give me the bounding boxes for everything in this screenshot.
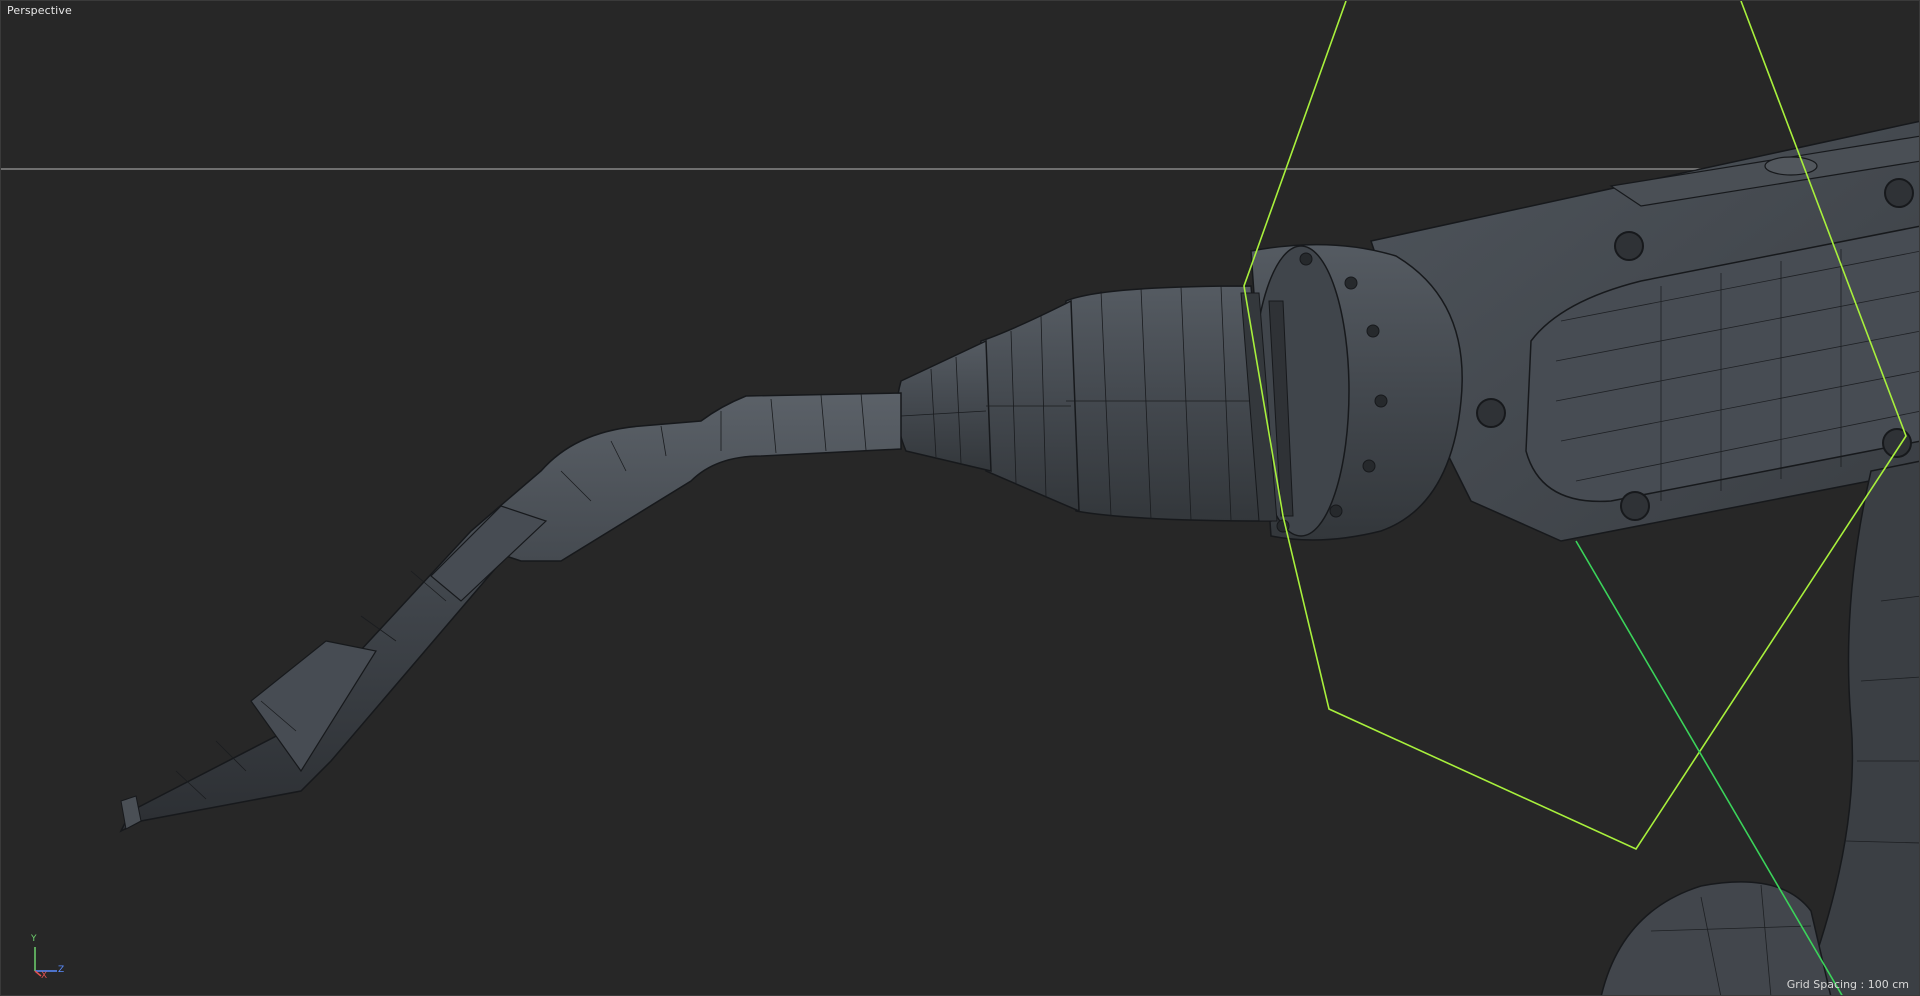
- viewport-scene[interactable]: [1, 1, 1920, 996]
- axis-gizmo: Y Z X: [27, 934, 67, 981]
- grid-spacing-readout: Grid Spacing : 100 cm: [1786, 978, 1909, 991]
- robot-arm-mesh[interactable]: [1370, 120, 1920, 996]
- axis-z-label: Z: [58, 965, 65, 975]
- viewport-view-name[interactable]: Perspective: [7, 4, 72, 17]
- 3d-viewport[interactable]: Perspective Y Z X Grid Spacing : 100 cm: [0, 0, 1920, 996]
- axis-y-label: Y: [31, 934, 37, 944]
- welding-torch-body[interactable]: [896, 285, 1294, 522]
- torch-neck-tube[interactable]: [119, 392, 902, 833]
- axis-x-label: X: [41, 971, 48, 981]
